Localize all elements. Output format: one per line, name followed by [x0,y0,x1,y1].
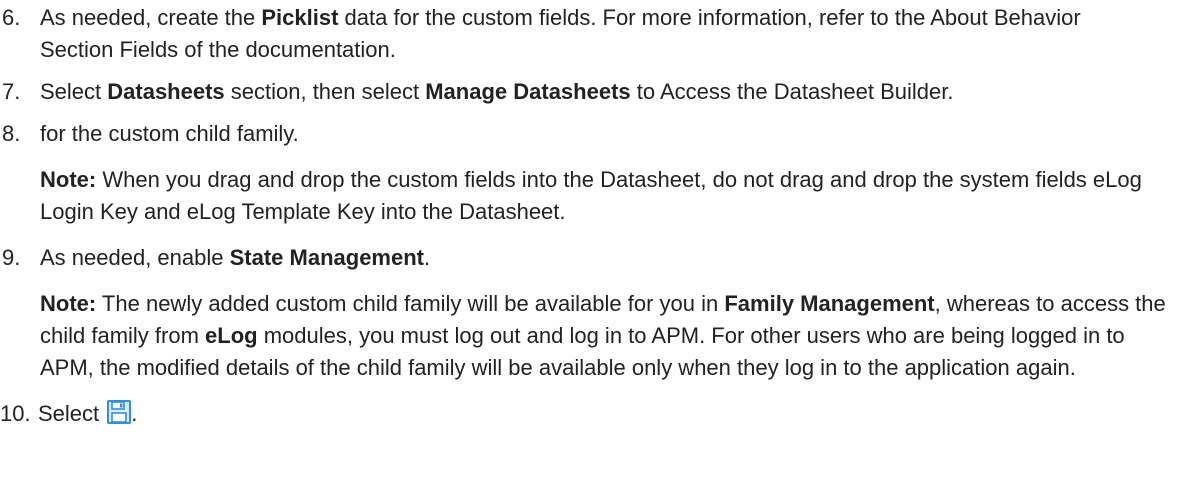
manage-datasheets-term: Manage Datasheets [425,79,631,104]
save-icon [107,400,132,424]
step-10: 10. Select . [0,398,1190,430]
step-text: As needed, create the Picklist data for … [40,5,1081,62]
step-number: 7. [2,79,21,104]
step-8: 8. for the custom child family. [0,118,1190,150]
note-label: Note: [40,291,97,316]
step-number: 9. [2,245,21,270]
state-management-term: State Management [229,245,424,270]
note-step-9: Note: The newly added custom child famil… [40,291,1166,380]
step-text: Select Datasheets section, then select M… [40,79,954,104]
datasheets-term: Datasheets [107,79,225,104]
step-text: for the custom child family. [40,121,299,146]
note-step-8: Note: When you drag and drop the custom … [0,164,1190,228]
picklist-term: Picklist [261,5,339,30]
note-text: When you drag and drop the custom fields… [40,167,1142,224]
elog-term: eLog [205,323,258,348]
step-7: 7. Select Datasheets section, then selec… [0,76,1190,108]
step-9: 9. As needed, enable State Management. [0,242,1190,274]
step-text: As needed, enable State Management. [40,245,431,270]
step-6: 6. As needed, create the Picklist data f… [0,2,1190,66]
family-management-term: Family Management [724,291,935,316]
note-label: Note: [40,167,97,192]
step-number: 6. [2,5,21,30]
step-number: 8. [2,121,21,146]
document-body: 6. As needed, create the Picklist data f… [0,2,1190,430]
step-text: Select . [38,400,138,426]
step-number: 10. [0,401,31,426]
